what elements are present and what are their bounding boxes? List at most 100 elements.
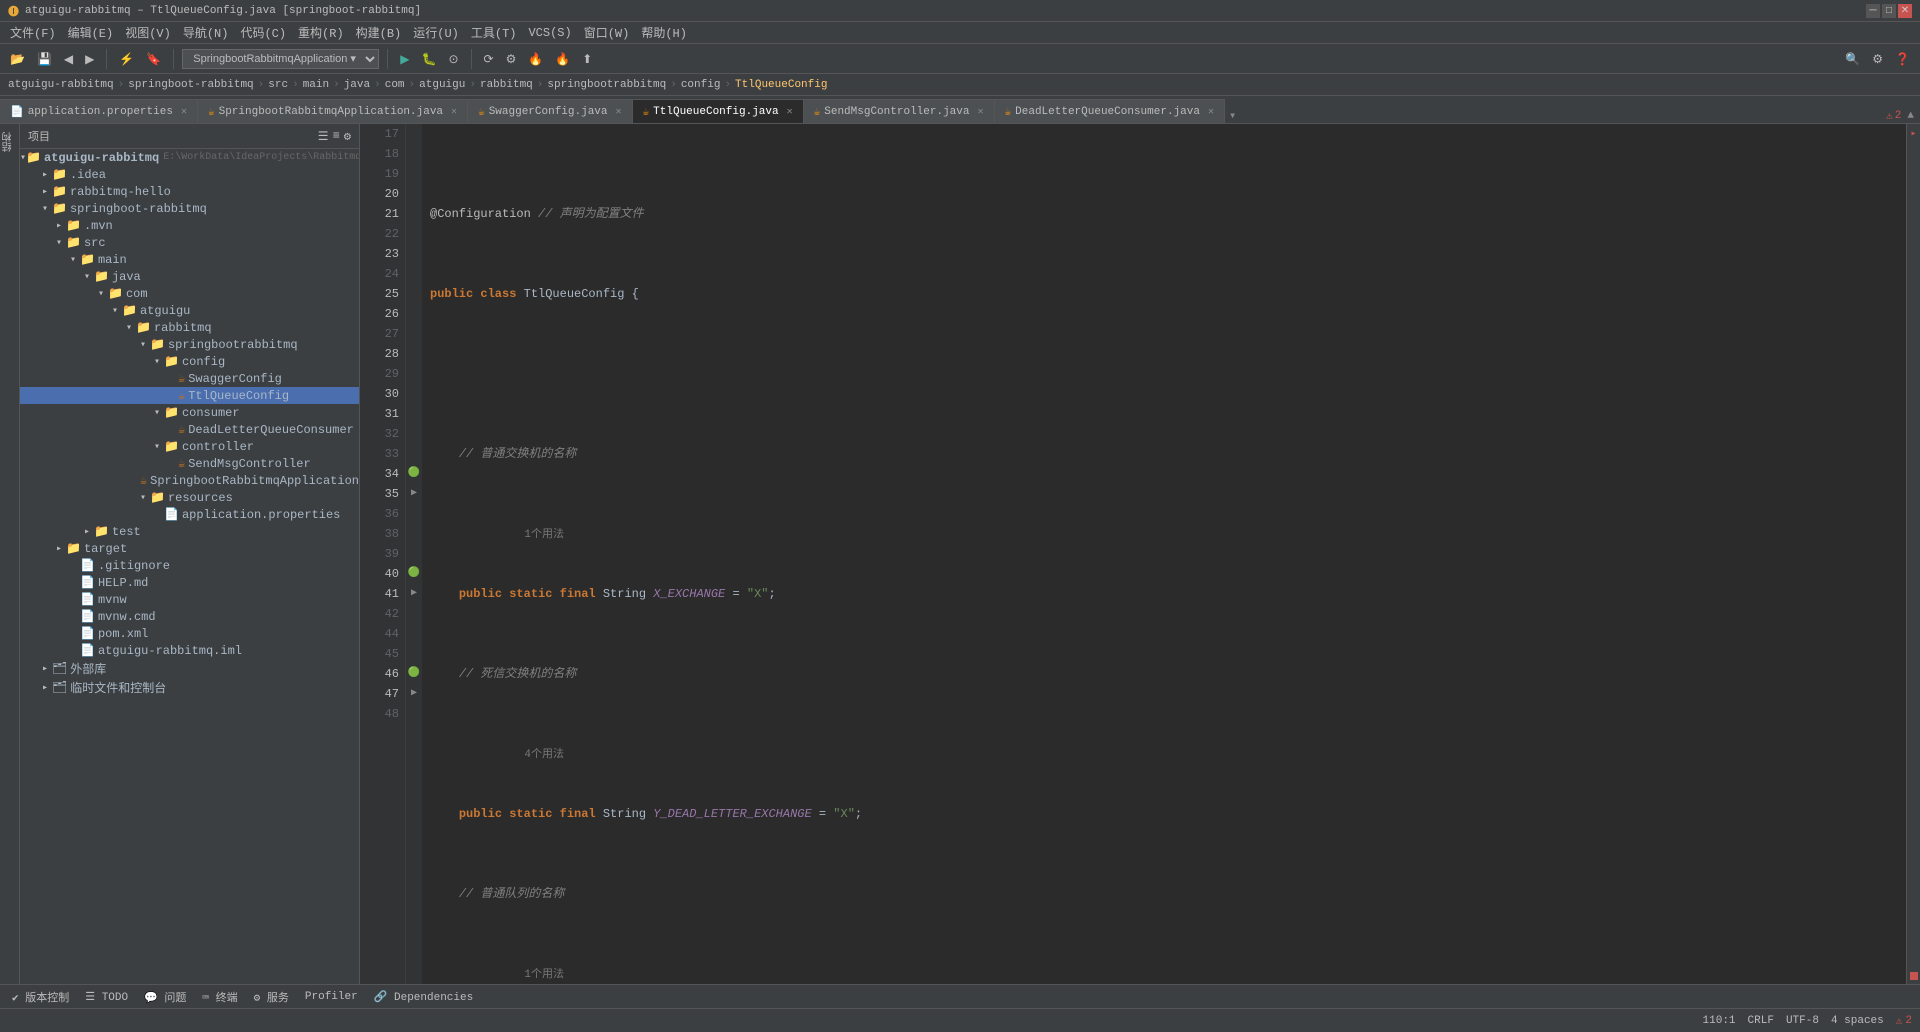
menu-code[interactable]: 代码(C) <box>234 22 292 43</box>
minimize-button[interactable]: ─ <box>1866 4 1880 18</box>
breadcrumb-src[interactable]: src <box>268 79 288 91</box>
menu-file[interactable]: 文件(F) <box>4 22 62 43</box>
status-warnings[interactable]: ⚠ 2 <box>1896 1014 1912 1028</box>
status-indent[interactable]: 4 spaces <box>1831 1015 1884 1027</box>
tree-item-mvnw-cmd[interactable]: ▸ 📄 mvnw.cmd <box>20 608 359 625</box>
coverage-button[interactable]: ⊙ <box>444 50 462 68</box>
toolbar-extra-5[interactable]: ⬆ <box>578 50 596 68</box>
tree-item-mvnw[interactable]: ▸ 📄 mvnw <box>20 591 359 608</box>
breadcrumb-springbootrabbitmq[interactable]: springbootrabbitmq <box>547 79 666 91</box>
tab-dependencies[interactable]: 🔗 Dependencies <box>366 988 482 1006</box>
tab-services[interactable]: ⚙ 服务 <box>246 987 297 1007</box>
tab-close[interactable]: ✕ <box>181 106 187 118</box>
breadcrumb-springboot-rabbitmq[interactable]: springboot-rabbitmq <box>128 79 253 91</box>
status-position[interactable]: 110:1 <box>1703 1015 1736 1027</box>
breadcrumb-rabbitmq[interactable]: rabbitmq <box>480 79 533 91</box>
tab-close[interactable]: ✕ <box>616 106 622 118</box>
tree-item-com[interactable]: ▾ 📁 com <box>20 285 359 302</box>
status-encoding[interactable]: UTF-8 <box>1786 1015 1819 1027</box>
toolbar-nav-button[interactable]: ⚡ <box>115 50 138 68</box>
tab-application-properties[interactable]: 📄 application.properties ✕ <box>0 99 198 123</box>
run-gutter-icon-47[interactable]: ▶ <box>406 684 422 704</box>
menu-navigate[interactable]: 导航(N) <box>177 22 235 43</box>
code-editor[interactable]: 17 18 19 20 21 22 23 24 25 26 27 28 29 3… <box>360 124 1920 984</box>
tree-item-help-md[interactable]: ▸ 📄 HELP.md <box>20 574 359 591</box>
tab-send-msg-controller[interactable]: ☕ SendMsgController.java ✕ <box>804 99 995 123</box>
close-button[interactable]: ✕ <box>1898 4 1912 18</box>
tab-close[interactable]: ✕ <box>1208 106 1214 118</box>
search-everywhere-button[interactable]: 🔍 <box>1841 50 1864 68</box>
menu-build[interactable]: 构建(B) <box>350 22 408 43</box>
toolbar-forward-button[interactable]: ▶ <box>81 50 98 68</box>
menu-view[interactable]: 视图(V) <box>119 22 177 43</box>
tree-item-dead-letter-consumer[interactable]: ▸ ☕ DeadLetterQueueConsumer <box>20 421 359 438</box>
tree-item-springboot-rabbitmq[interactable]: ▾ 📁 springboot-rabbitmq <box>20 200 359 217</box>
run-button[interactable]: ▶ <box>396 50 413 68</box>
tree-item-gitignore[interactable]: ▸ 📄 .gitignore <box>20 557 359 574</box>
breadcrumb-config[interactable]: config <box>681 79 721 91</box>
tree-item-resources[interactable]: ▾ 📁 resources <box>20 489 359 506</box>
menu-edit[interactable]: 编辑(E) <box>62 22 120 43</box>
toolbar-extra-4[interactable]: 🔥 <box>551 50 574 68</box>
breadcrumb-atguigu-rabbitmq[interactable]: atguigu-rabbitmq <box>8 79 114 91</box>
bean-gutter-icon-34[interactable]: 🟢 <box>406 464 422 484</box>
sidebar-icon-sort[interactable]: ☰ <box>318 129 329 144</box>
toolbar-extra-2[interactable]: ⚙ <box>502 50 521 68</box>
tree-item-main[interactable]: ▾ 📁 main <box>20 251 359 268</box>
help-button[interactable]: ❓ <box>1891 50 1914 68</box>
toolbar-back-button[interactable]: ◀ <box>60 50 77 68</box>
maximize-button[interactable]: □ <box>1882 4 1896 18</box>
menu-tools[interactable]: 工具(T) <box>465 22 523 43</box>
toolbar-open-button[interactable]: 📂 <box>6 50 29 68</box>
tree-item-swagger-config[interactable]: ▸ ☕ SwaggerConfig <box>20 370 359 387</box>
tree-item-rabbitmq[interactable]: ▾ 📁 rabbitmq <box>20 319 359 336</box>
tree-item-external-libs[interactable]: ▸ 🗂 外部库 <box>20 659 359 678</box>
tree-item-iml[interactable]: ▸ 📄 atguigu-rabbitmq.iml <box>20 642 359 659</box>
tree-item-idea[interactable]: ▸ 📁 .idea <box>20 166 359 183</box>
tab-springboot-app[interactable]: ☕ SpringbootRabbitmqApplication.java ✕ <box>198 99 468 123</box>
tab-profiler[interactable]: Profiler <box>297 989 366 1005</box>
tab-close[interactable]: ✕ <box>977 106 983 118</box>
debug-button[interactable]: 🐛 <box>418 50 441 68</box>
menu-run[interactable]: 运行(U) <box>407 22 465 43</box>
tree-item-target[interactable]: ▸ 📁 target <box>20 540 359 557</box>
toolbar-save-button[interactable]: 💾 <box>33 50 56 68</box>
left-icon-structure[interactable]: 结构 <box>0 128 19 156</box>
breadcrumb-ttlqueueconfig[interactable]: TtlQueueConfig <box>735 79 827 91</box>
more-tabs-button[interactable]: ▾ <box>1225 108 1240 123</box>
tree-item-application-properties[interactable]: ▸ 📄 application.properties <box>20 506 359 523</box>
tree-item-temp[interactable]: ▸ 🗂 临时文件和控制台 <box>20 678 359 697</box>
tree-item-send-msg-controller[interactable]: ▸ ☕ SendMsgController <box>20 455 359 472</box>
breadcrumb-atguigu[interactable]: atguigu <box>419 79 465 91</box>
tree-item-config[interactable]: ▾ 📁 config <box>20 353 359 370</box>
tab-swagger-config[interactable]: ☕ SwaggerConfig.java ✕ <box>468 99 632 123</box>
sidebar-icon-settings[interactable]: ≡ <box>333 129 340 144</box>
tab-terminal[interactable]: ⌨ 终端 <box>194 987 245 1007</box>
tree-item-controller[interactable]: ▾ 📁 controller <box>20 438 359 455</box>
code-editor-content[interactable]: @Configuration // 声明为配置文件 public class T… <box>422 124 1906 984</box>
breadcrumb-java[interactable]: java <box>344 79 370 91</box>
bean-gutter-icon-40[interactable]: 🟢 <box>406 564 422 584</box>
tree-item-mvn[interactable]: ▸ 📁 .mvn <box>20 217 359 234</box>
tab-problems[interactable]: 💬 问题 <box>136 987 194 1007</box>
bean-gutter-icon-46[interactable]: 🟢 <box>406 664 422 684</box>
tree-item-atguigu[interactable]: ▾ 📁 atguigu <box>20 302 359 319</box>
tree-item-src[interactable]: ▾ 📁 src <box>20 234 359 251</box>
status-line-ending[interactable]: CRLF <box>1748 1015 1774 1027</box>
run-gutter-icon-35[interactable]: ▶ <box>406 484 422 504</box>
menu-vcs[interactable]: VCS(S) <box>522 24 577 42</box>
menu-help[interactable]: 帮助(H) <box>635 22 693 43</box>
run-config-dropdown[interactable]: SpringbootRabbitmqApplication ▾ <box>182 49 379 69</box>
tree-item-test[interactable]: ▸ 📁 test <box>20 523 359 540</box>
toolbar-extra-1[interactable]: ⟳ <box>480 50 498 68</box>
tree-item-springboot-app[interactable]: ▸ ☕ SpringbootRabbitmqApplication <box>20 472 359 489</box>
menu-window[interactable]: 窗口(W) <box>578 22 636 43</box>
tree-item-java[interactable]: ▾ 📁 java <box>20 268 359 285</box>
breadcrumb-com[interactable]: com <box>385 79 405 91</box>
breadcrumb-main[interactable]: main <box>303 79 329 91</box>
tree-item-consumer[interactable]: ▾ 📁 consumer <box>20 404 359 421</box>
settings-button[interactable]: ⚙ <box>1868 50 1887 68</box>
toolbar-bookmark-button[interactable]: 🔖 <box>142 50 165 68</box>
tab-version-control[interactable]: ✔ 版本控制 <box>4 987 77 1007</box>
tab-dead-letter-consumer[interactable]: ☕ DeadLetterQueueConsumer.java ✕ <box>995 99 1226 123</box>
